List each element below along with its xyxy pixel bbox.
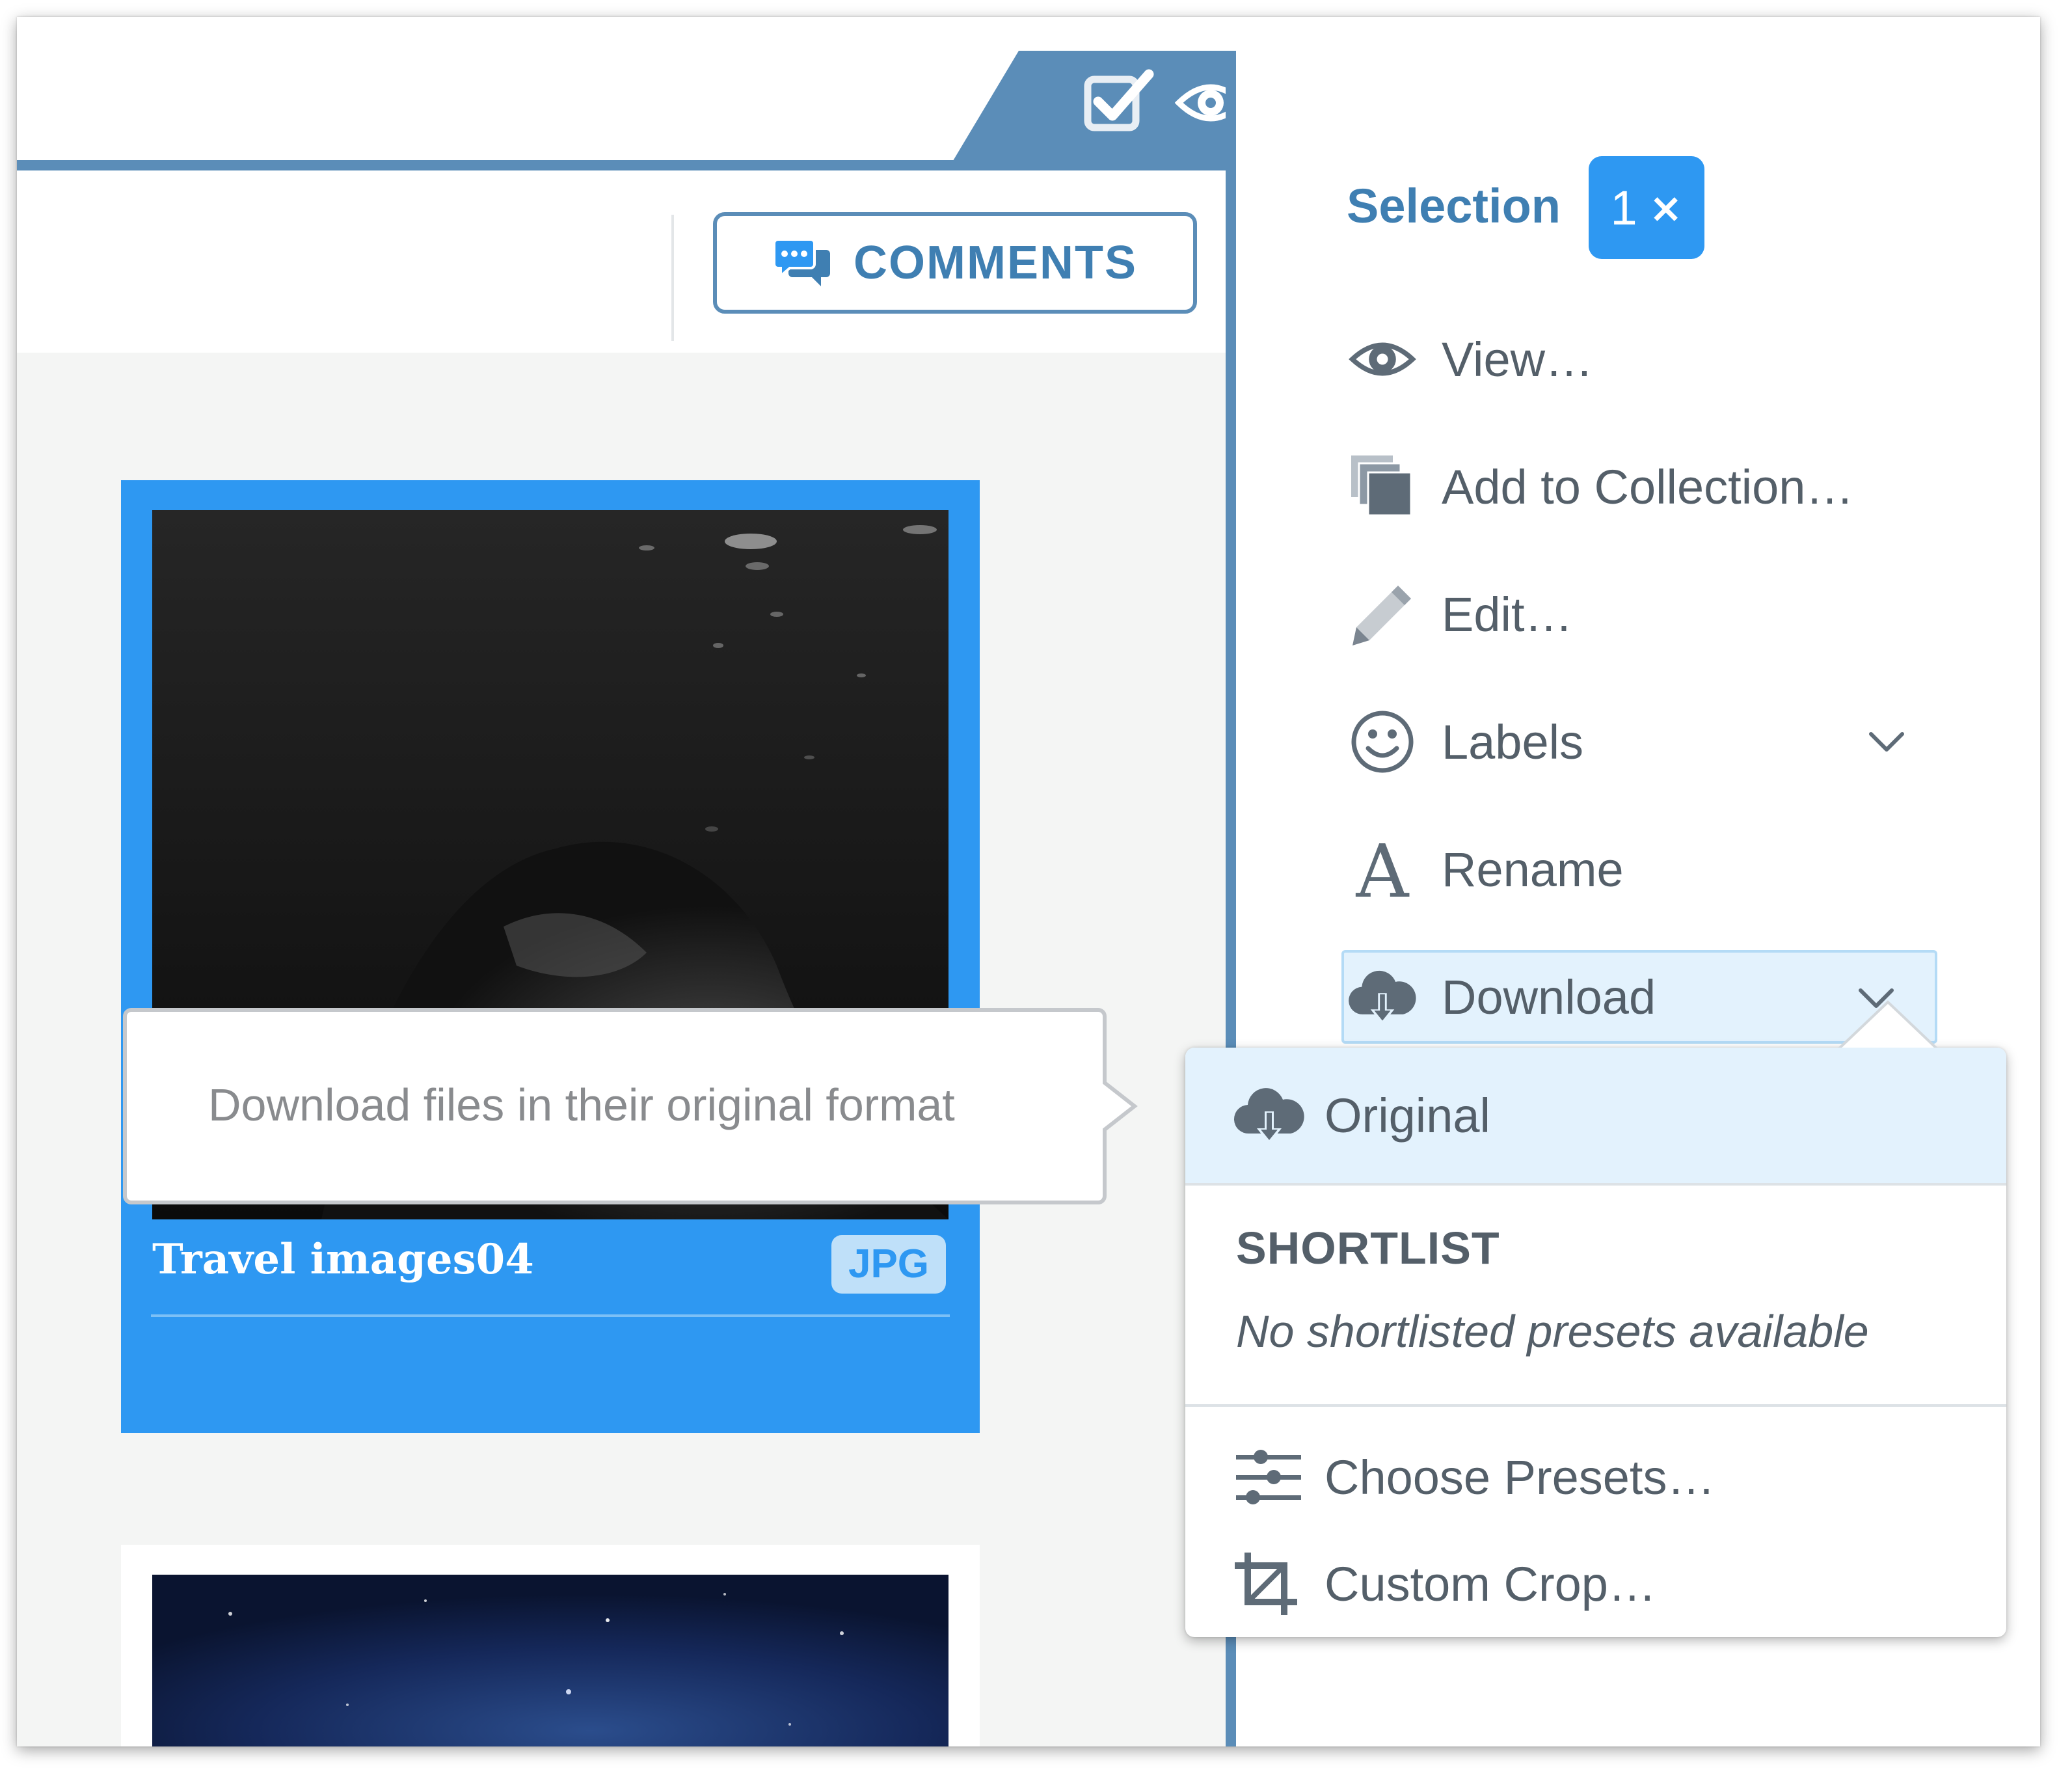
chevron-down-icon[interactable]	[1867, 725, 1906, 757]
original-label: Original	[1325, 1088, 1490, 1143]
add-to-collection-menu-item[interactable]: Add to Collection…	[1347, 441, 1945, 532]
labels-menu-item[interactable]: Labels	[1347, 696, 1945, 787]
card-divider	[151, 1314, 950, 1317]
view-menu-item[interactable]: View…	[1347, 314, 1945, 405]
eye-icon	[1347, 323, 1418, 395]
file-format-badge: JPG	[831, 1235, 946, 1294]
choose-presets-label: Choose Presets…	[1325, 1450, 1715, 1504]
comments-button[interactable]: COMMENTS	[713, 212, 1197, 314]
download-original-option[interactable]: Original	[1185, 1048, 2006, 1183]
toolbar-separator	[671, 215, 674, 341]
asset-card[interactable]	[121, 1545, 980, 1746]
svg-text:A: A	[1356, 837, 1410, 902]
letter-a-icon: A	[1347, 834, 1418, 905]
sliders-icon	[1236, 1450, 1301, 1504]
dropdown-pointer	[1832, 1000, 1944, 1055]
edit-label: Edit…	[1442, 587, 1573, 642]
custom-crop-option[interactable]: Custom Crop…	[1185, 1532, 2006, 1636]
view-mode-tab	[947, 51, 1253, 170]
asset-card-selected[interactable]: Travel images04 JPG	[121, 480, 980, 1433]
comments-label: COMMENTS	[854, 237, 1137, 289]
shortlist-empty-message: No shortlisted presets available	[1236, 1306, 1869, 1357]
edit-menu-item[interactable]: Edit…	[1347, 569, 1945, 660]
shortlist-heading: SHORTLIST	[1236, 1223, 1500, 1273]
rename-label: Rename	[1442, 842, 1624, 897]
rename-menu-item[interactable]: A Rename	[1347, 824, 1945, 915]
download-tooltip: Download files in their original format	[123, 1007, 1138, 1205]
menu-divider	[1185, 1183, 2006, 1186]
selection-count: 1	[1610, 180, 1637, 235]
tooltip-text: Download files in their original format	[208, 1080, 955, 1130]
labels-label: Labels	[1442, 714, 1584, 769]
chat-bubbles-icon	[773, 238, 830, 286]
cloud-download-icon	[1233, 1088, 1304, 1144]
header-divider	[17, 160, 1226, 170]
checkbox-check-icon[interactable]	[1084, 69, 1155, 134]
asset-title[interactable]: Travel images04	[152, 1235, 534, 1284]
download-label: Download	[1442, 970, 1656, 1024]
app-window: COMMENTS Travel images04 JPG Download fi…	[17, 17, 2040, 1746]
download-dropdown-menu: Original SHORTLIST No shortlisted preset…	[1185, 1000, 2006, 1637]
toolbar: COMMENTS	[17, 170, 1226, 353]
crop-icon	[1235, 1553, 1297, 1615]
pencil-icon	[1347, 578, 1418, 650]
cloud-download-icon	[1347, 961, 1418, 1033]
add-to-collection-label: Add to Collection…	[1442, 459, 1854, 514]
collection-stack-icon	[1347, 451, 1418, 523]
menu-divider	[1185, 1404, 2006, 1407]
clear-selection-icon[interactable]: ×	[1649, 184, 1683, 232]
view-label: View…	[1442, 332, 1594, 387]
asset-thumbnail-night-sky[interactable]	[152, 1575, 949, 1746]
selection-count-badge[interactable]: 1 ×	[1589, 156, 1704, 259]
choose-presets-option[interactable]: Choose Presets…	[1185, 1425, 2006, 1529]
smiley-icon	[1347, 706, 1418, 778]
selection-title: Selection	[1347, 179, 1561, 233]
custom-crop-label: Custom Crop…	[1325, 1556, 1656, 1611]
